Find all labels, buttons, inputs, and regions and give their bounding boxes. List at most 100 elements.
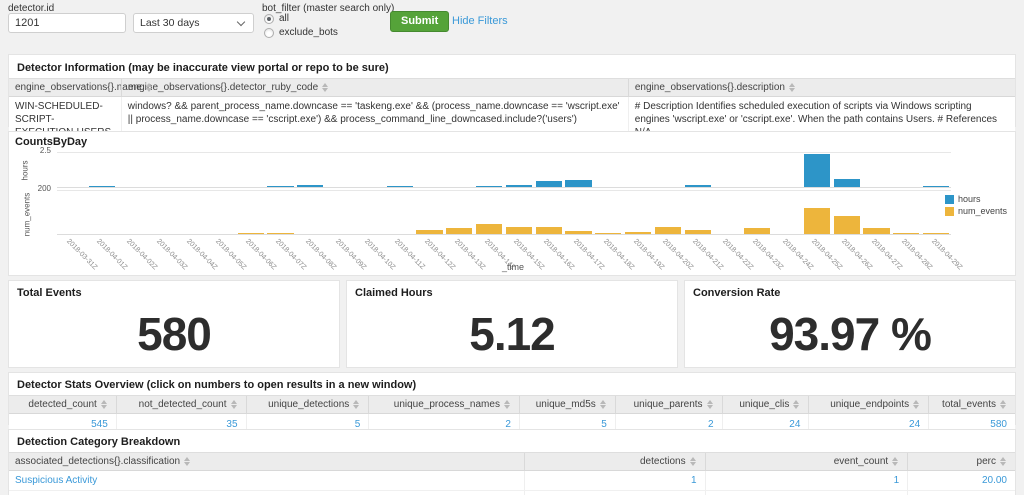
sort-icon[interactable] <box>353 400 360 409</box>
detections-cell[interactable]: 1 <box>524 471 705 490</box>
bar-slot <box>57 153 87 187</box>
col-header-description[interactable]: engine_observations{}.description <box>628 79 1015 96</box>
plot-num_events <box>57 190 951 235</box>
col-header-not-detected-count[interactable]: not_detected_count <box>116 396 246 413</box>
bar-slot <box>534 153 564 187</box>
sort-icon[interactable] <box>1000 400 1007 409</box>
table-row: Unwanted Software 4 544 80.00 <box>9 491 1015 495</box>
hide-filters-link[interactable]: Hide Filters <box>452 15 508 27</box>
chart-bar-num_events <box>565 231 591 234</box>
bar-slot <box>355 191 385 234</box>
bar-slot <box>325 153 355 187</box>
col-header-ruby-code[interactable]: engine_observations{}.detector_ruby_code <box>121 79 628 96</box>
chart-title: CountsByDay <box>9 132 1015 152</box>
radio-icon-all[interactable] <box>264 14 274 24</box>
radio-icon-exclude-bots[interactable] <box>264 28 274 38</box>
sort-icon[interactable] <box>1000 457 1007 466</box>
event-count-cell[interactable]: 1 <box>705 471 908 490</box>
detector-stats-title: Detector Stats Overview (click on number… <box>9 373 1015 395</box>
bar-slot <box>593 153 623 187</box>
sort-icon[interactable] <box>504 400 511 409</box>
col-header-unique-process-names[interactable]: unique_process_names <box>368 396 519 413</box>
bar-slot <box>176 191 206 234</box>
bar-slot <box>146 153 176 187</box>
chart-bar-hours <box>685 185 711 187</box>
col-header-unique-clis[interactable]: unique_clis <box>722 396 809 413</box>
col-header-name[interactable]: engine_observations{}.name <box>9 79 121 96</box>
detector-id-input[interactable] <box>8 13 126 33</box>
bar-slot <box>415 191 445 234</box>
table-row: Suspicious Activity 1 1 20.00 <box>9 471 1015 491</box>
chart-bar-num_events <box>506 227 532 234</box>
sort-icon[interactable] <box>707 400 714 409</box>
col-header-detected-count[interactable]: detected_count <box>9 396 116 413</box>
bar-slot <box>117 191 147 234</box>
total-events-card: Total Events 580 <box>8 280 340 368</box>
col-header-unique-parents[interactable]: unique_parents <box>615 396 722 413</box>
chart-bar-num_events <box>685 230 711 234</box>
sort-icon[interactable] <box>690 457 697 466</box>
classification-cell[interactable]: Suspicious Activity <box>9 471 524 490</box>
col-header-perc[interactable]: perc <box>907 453 1015 470</box>
sort-icon[interactable] <box>600 400 607 409</box>
legend-item-num-events[interactable]: num_events <box>945 206 1007 216</box>
sort-icon[interactable] <box>146 83 153 92</box>
legend-item-hours[interactable]: hours <box>945 194 1007 204</box>
perc-cell[interactable]: 20.00 <box>907 471 1015 490</box>
bar-slot <box>653 191 683 234</box>
sort-icon[interactable] <box>101 400 108 409</box>
claimed-hours-title: Claimed Hours <box>347 281 677 305</box>
col-header-event-count[interactable]: event_count <box>705 453 908 470</box>
col-header-unique-endpoints[interactable]: unique_endpoints <box>808 396 928 413</box>
counts-by-day-panel: CountsByDay 2.5 hours 200 num_events 201… <box>8 131 1016 276</box>
bar-slot <box>385 191 415 234</box>
bar-slot <box>504 153 534 187</box>
chart-bar-num_events <box>863 228 889 234</box>
bar-slot <box>683 191 713 234</box>
event-count-cell[interactable]: 544 <box>705 491 908 495</box>
col-header-total-events[interactable]: total_events <box>928 396 1015 413</box>
bar-slot <box>772 191 802 234</box>
col-header-unique-md5s[interactable]: unique_md5s <box>519 396 615 413</box>
bar-slot <box>385 153 415 187</box>
sort-icon[interactable] <box>892 457 899 466</box>
dashboard-page: detector.id Last 30 days bot_filter (mas… <box>0 0 1024 495</box>
bar-slot <box>623 191 653 234</box>
classification-cell[interactable]: Unwanted Software <box>9 491 524 495</box>
sort-icon[interactable] <box>913 400 920 409</box>
bar-slot <box>504 191 534 234</box>
chart-bar-hours <box>536 181 562 187</box>
chart-bar-num_events <box>446 228 472 234</box>
time-range-select[interactable]: Last 30 days <box>133 13 254 33</box>
filter-bar: detector.id Last 30 days bot_filter (mas… <box>0 0 1024 50</box>
col-header-detections[interactable]: detections <box>524 453 705 470</box>
hours-ytick: 2.5 <box>11 146 51 155</box>
perc-cell[interactable]: 80.00 <box>907 491 1015 495</box>
detections-cell[interactable]: 4 <box>524 491 705 495</box>
bar-slot <box>564 153 594 187</box>
sort-icon[interactable] <box>793 400 800 409</box>
sort-icon[interactable] <box>322 83 329 92</box>
bot-filter-option-all[interactable]: all <box>264 13 289 24</box>
chart-bar-num_events <box>595 233 621 235</box>
submit-button[interactable]: Submit <box>390 11 449 32</box>
bar-slot <box>87 191 117 234</box>
col-header-classification[interactable]: associated_detections{}.classification <box>9 453 524 470</box>
radio-label-all: all <box>279 13 289 24</box>
bar-slot <box>891 191 921 234</box>
chart-bar-num_events <box>625 232 651 234</box>
bot-filter-option-exclude-bots[interactable]: exclude_bots <box>264 27 338 38</box>
chart-bar-hours <box>267 186 293 187</box>
sort-icon[interactable] <box>789 83 796 92</box>
conversion-rate-title: Conversion Rate <box>685 281 1015 305</box>
sort-icon[interactable] <box>231 400 238 409</box>
x-axis-title: _time <box>9 262 1017 272</box>
conversion-rate-value: 93.97 % <box>685 307 1015 361</box>
bar-slot <box>564 191 594 234</box>
claimed-hours-card: Claimed Hours 5.12 <box>346 280 678 368</box>
chart-bar-num_events <box>744 228 770 234</box>
sort-icon[interactable] <box>184 457 191 466</box>
col-header-unique-detections[interactable]: unique_detections <box>246 396 369 413</box>
chart-bar-num_events <box>834 216 860 234</box>
total-events-value: 580 <box>9 307 339 361</box>
